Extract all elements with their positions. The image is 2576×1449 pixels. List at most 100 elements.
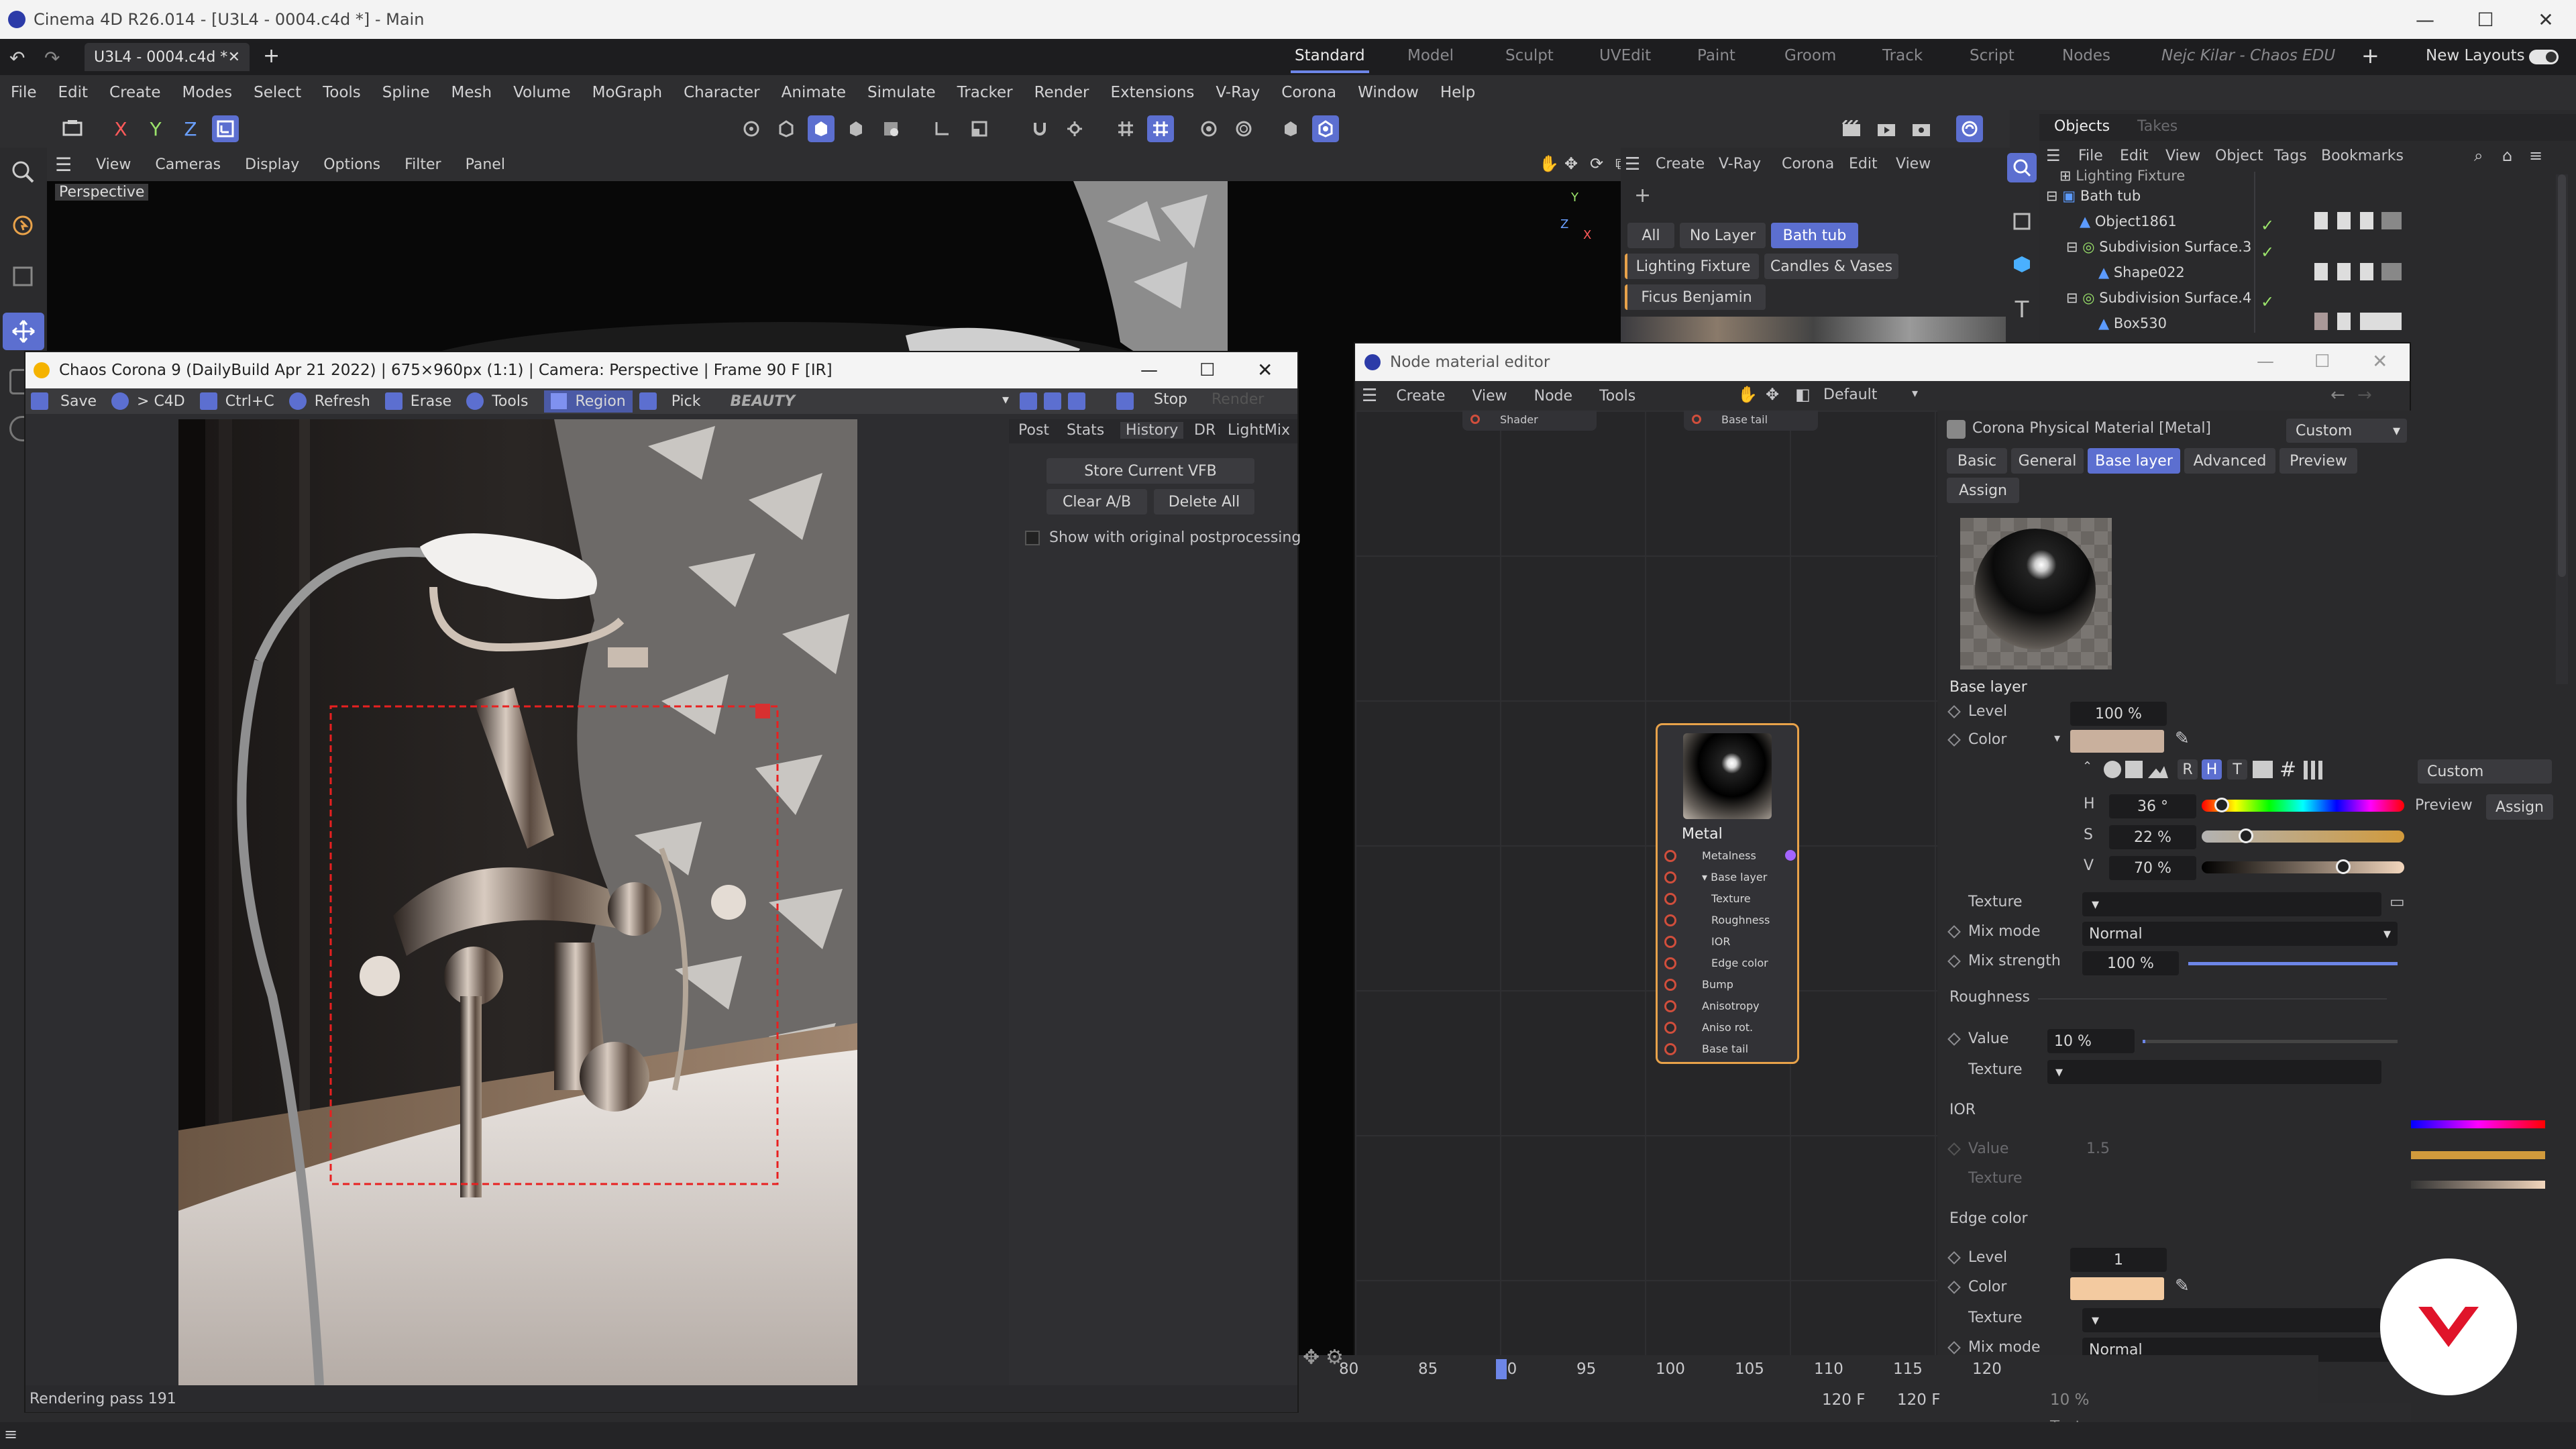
redo-icon[interactable]: ↷: [44, 47, 60, 69]
object-manager-icon[interactable]: [2007, 153, 2037, 182]
mix-strength-slider[interactable]: [2188, 962, 2398, 965]
node-input-port[interactable]: [1664, 871, 1676, 883]
objects-menu-icon[interactable]: ☰: [2046, 146, 2061, 165]
tag-icons[interactable]: [2314, 263, 2402, 280]
to-c4d-button[interactable]: > C4D: [137, 393, 185, 410]
filter-lighting-fixture-button[interactable]: Lighting Fixture: [1625, 254, 1759, 279]
vfb-tab-post[interactable]: Post: [1018, 422, 1049, 439]
spectrum-icon[interactable]: [2148, 766, 2168, 778]
base-tail-node-stub[interactable]: Base tail: [1684, 411, 1818, 431]
polygons-mode-icon[interactable]: [808, 115, 835, 142]
tab-nodes[interactable]: Nodes: [2062, 47, 2110, 64]
menu-mesh[interactable]: Mesh: [451, 84, 492, 101]
forward-icon[interactable]: →: [2357, 385, 2372, 405]
tree-row[interactable]: ⊟ ▣ Bath tub: [2046, 188, 2141, 204]
menu-render[interactable]: Render: [1034, 84, 1089, 101]
node-canvas[interactable]: Shader Base tail: [1355, 411, 1937, 1403]
roughness-texture-slot[interactable]: ▾: [2047, 1060, 2381, 1084]
objects-filter-icon[interactable]: ≡: [2529, 146, 2542, 165]
menu-animate[interactable]: Animate: [782, 84, 846, 101]
vfb-tab-stats[interactable]: Stats: [1067, 422, 1104, 439]
points-mode-icon[interactable]: [738, 115, 765, 142]
tree-row[interactable]: ▲ Box530: [2098, 315, 2167, 331]
text-icon[interactable]: T: [2007, 295, 2037, 325]
node-input-port[interactable]: [1664, 1022, 1676, 1034]
filter-ficus-button[interactable]: Ficus Benjamin: [1625, 284, 1766, 310]
rgb-mode-button[interactable]: R: [2178, 759, 2198, 780]
node-input-port[interactable]: [1664, 957, 1676, 969]
render-view-icon[interactable]: [1838, 115, 1865, 142]
render-image[interactable]: [178, 419, 857, 1385]
live-selection-icon[interactable]: [8, 157, 38, 186]
check-icon[interactable]: ✓: [2261, 216, 2274, 235]
menu-edit[interactable]: Edit: [58, 84, 89, 101]
nme-preset-select[interactable]: Default: [1823, 386, 1877, 403]
right-preview-tab[interactable]: Preview: [2415, 797, 2473, 814]
frame-icon[interactable]: [2007, 207, 2037, 236]
tab-sculpt[interactable]: Sculpt: [1505, 47, 1554, 64]
coordinate-system-icon[interactable]: [212, 115, 239, 142]
folder-icon[interactable]: ▭: [2390, 892, 2405, 911]
nme-minimize-icon[interactable]: —: [2257, 352, 2274, 372]
erase-icon[interactable]: [384, 392, 402, 410]
eyedropper-icon[interactable]: ✎: [2175, 729, 2190, 749]
kelvin-mode-button[interactable]: T: [2227, 759, 2247, 780]
filter-candles-vases-button[interactable]: Candles & Vases: [1764, 254, 1898, 279]
node-input-port[interactable]: [1664, 914, 1676, 926]
tab-groom[interactable]: Groom: [1784, 47, 1836, 64]
value-slider[interactable]: [2202, 859, 2404, 874]
zoom-fit-icon[interactable]: [1068, 392, 1085, 410]
filter-all-button[interactable]: All: [1627, 223, 1674, 248]
close-tab-icon[interactable]: ✕: [228, 49, 240, 66]
hex-icon[interactable]: #: [2279, 758, 2296, 782]
render-pass-select[interactable]: BEAUTY: [731, 393, 796, 410]
vfb-close-icon[interactable]: ✕: [1257, 359, 1273, 381]
preset-dropdown-icon[interactable]: ▾: [1912, 386, 1918, 400]
menu-extensions[interactable]: Extensions: [1111, 84, 1195, 101]
pick-button[interactable]: Pick: [672, 393, 701, 410]
hue-slider[interactable]: [2202, 798, 2404, 812]
viewport-menu-view[interactable]: View: [96, 156, 131, 173]
tag-icons[interactable]: [2314, 212, 2402, 229]
add-layer-icon[interactable]: +: [1634, 184, 1651, 207]
nme-pan-icon[interactable]: ✋: [1737, 385, 1758, 404]
render-settings-icon[interactable]: [1908, 115, 1935, 142]
timeline[interactable]: ✥ ⚙ 80 85 90 95 100 105 110 115 120 120 F 120 F …: [1299, 1346, 2318, 1436]
saturation-field[interactable]: 22 %: [2109, 825, 2196, 849]
close-icon[interactable]: ✕: [2516, 0, 2576, 39]
nme-layout-icon[interactable]: ◧: [1795, 385, 1811, 404]
tag-icons[interactable]: [2314, 313, 2402, 330]
color-wheel-icon[interactable]: [2104, 761, 2121, 778]
refresh-button[interactable]: Refresh: [315, 393, 370, 410]
crpanel-menu-create[interactable]: Create: [1656, 156, 1705, 172]
crpanel-menu-corona[interactable]: Corona: [1782, 156, 1834, 172]
attr-tab-preview[interactable]: Preview: [2279, 448, 2357, 474]
nme-maximize-icon[interactable]: ☐: [2314, 352, 2330, 372]
objects-scrollbar[interactable]: [2556, 174, 2568, 684]
viewport-menu-cameras[interactable]: Cameras: [155, 156, 221, 173]
save-button[interactable]: Save: [60, 393, 97, 410]
c4d-icon[interactable]: [111, 392, 129, 410]
zoom-out-icon[interactable]: [1044, 392, 1061, 410]
back-icon[interactable]: ←: [2330, 385, 2345, 405]
metal-material-node[interactable]: Metal Metalness ▾ Base layer Texture Roughn…: [1656, 723, 1799, 1064]
edge-level-field[interactable]: 1: [2070, 1248, 2167, 1272]
stop-button[interactable]: Stop: [1154, 391, 1187, 408]
node-output-port[interactable]: [1785, 850, 1796, 861]
texture-mode-icon[interactable]: [877, 115, 904, 142]
node-input-port[interactable]: [1664, 893, 1676, 905]
render-picture-viewer-icon[interactable]: [1873, 115, 1900, 142]
stop-icon[interactable]: [1116, 392, 1134, 410]
texture-slot[interactable]: ▾: [2082, 892, 2381, 916]
document-tab[interactable]: U3L4 - 0004.c4d * ✕: [85, 43, 250, 71]
timeline-move-icon[interactable]: ✥: [1303, 1346, 1320, 1369]
interactive-render-icon[interactable]: [1956, 115, 1983, 142]
vfb-tab-lightmix[interactable]: LightMix: [1228, 422, 1290, 439]
menu-create[interactable]: Create: [109, 84, 160, 101]
filter-no-layer-button[interactable]: No Layer: [1680, 223, 1766, 248]
save-icon[interactable]: [31, 392, 48, 410]
hsv-mode-button[interactable]: H: [2202, 759, 2222, 780]
attr-mode-select[interactable]: Custom ▾: [2286, 419, 2407, 443]
nme-menu-tools[interactable]: Tools: [1599, 388, 1635, 405]
node-input-port[interactable]: [1664, 1000, 1676, 1012]
